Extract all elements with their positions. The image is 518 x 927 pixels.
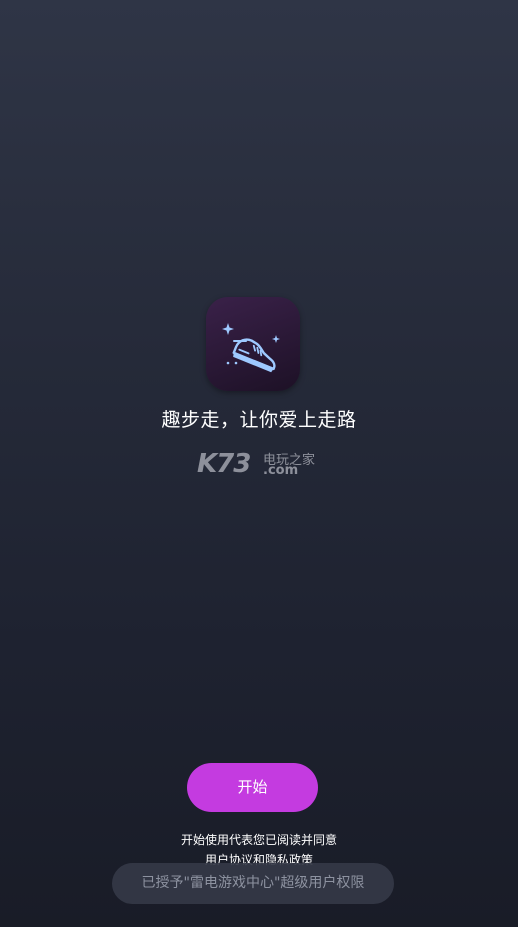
- app-icon: [206, 297, 300, 391]
- start-button[interactable]: 开始: [187, 763, 318, 812]
- splash-screen: 趣步走，让你爱上走路 K73 电玩之家 .com 开始 开始使用代表您已阅读并同…: [0, 0, 518, 927]
- superuser-toast: 已授予"雷电游戏中心"超级用户权限: [112, 863, 394, 904]
- sneaker-icon: [222, 323, 280, 373]
- consent-text: 开始使用代表您已阅读并同意: [180, 833, 337, 847]
- watermark-domain: .com: [263, 463, 299, 478]
- app-slogan: 趣步走，让你爱上走路: [161, 409, 357, 431]
- k73-watermark-logo: K73 电玩之家 .com: [197, 447, 327, 479]
- watermark-logo-text: K73: [197, 449, 251, 479]
